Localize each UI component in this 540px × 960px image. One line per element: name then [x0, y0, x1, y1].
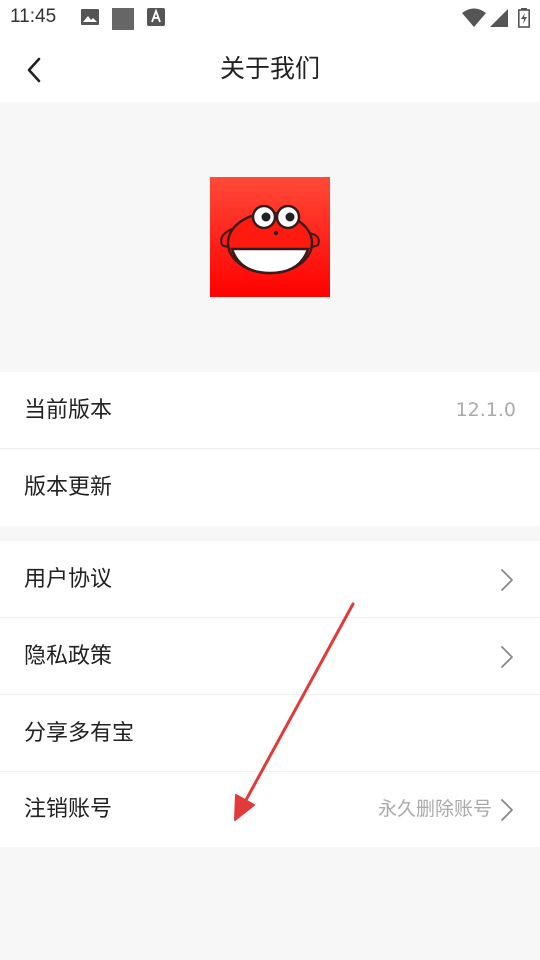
privacy-policy-row[interactable]: 隐私政策	[0, 618, 540, 695]
version-group: 当前版本 12.1.0 版本更新	[0, 372, 540, 526]
links-group: 用户协议 隐私政策 分享多有宝 注销账号 永久删除账号	[0, 541, 540, 847]
version-update-label: 版本更新	[24, 475, 113, 500]
status-bar: 11:45	[0, 0, 540, 36]
chevron-left-icon	[27, 57, 41, 83]
chevron-right-icon	[501, 569, 513, 591]
privacy-policy-label: 隐私政策	[24, 644, 113, 669]
wifi-icon	[462, 8, 486, 27]
version-update-row[interactable]: 版本更新	[0, 449, 540, 526]
share-app-label: 分享多有宝	[24, 721, 135, 746]
chevron-right-icon	[501, 646, 513, 668]
status-time: 11:45	[10, 6, 57, 27]
share-app-row[interactable]: 分享多有宝	[0, 695, 540, 772]
cancel-account-label: 注销账号	[24, 797, 113, 822]
user-agreement-label: 用户协议	[24, 567, 113, 592]
image-icon	[81, 9, 99, 25]
top-nav-bar: 关于我们	[0, 36, 540, 102]
chevron-right-icon	[501, 799, 513, 821]
app-logo-fish-icon	[210, 177, 330, 297]
square-icon	[112, 8, 134, 30]
battery-charging-icon	[518, 8, 530, 28]
current-version-value: 12.1.0	[455, 399, 516, 421]
back-button[interactable]	[14, 50, 54, 90]
cancel-account-hint: 永久删除账号	[377, 798, 492, 820]
page-title: 关于我们	[219, 54, 320, 83]
app-logo-section	[0, 102, 540, 372]
signal-icon	[490, 9, 508, 27]
user-agreement-row[interactable]: 用户协议	[0, 541, 540, 618]
a-badge-icon	[147, 8, 165, 26]
current-version-label: 当前版本	[24, 398, 113, 423]
current-version-row: 当前版本 12.1.0	[0, 372, 540, 449]
cancel-account-row[interactable]: 注销账号 永久删除账号	[0, 771, 540, 847]
